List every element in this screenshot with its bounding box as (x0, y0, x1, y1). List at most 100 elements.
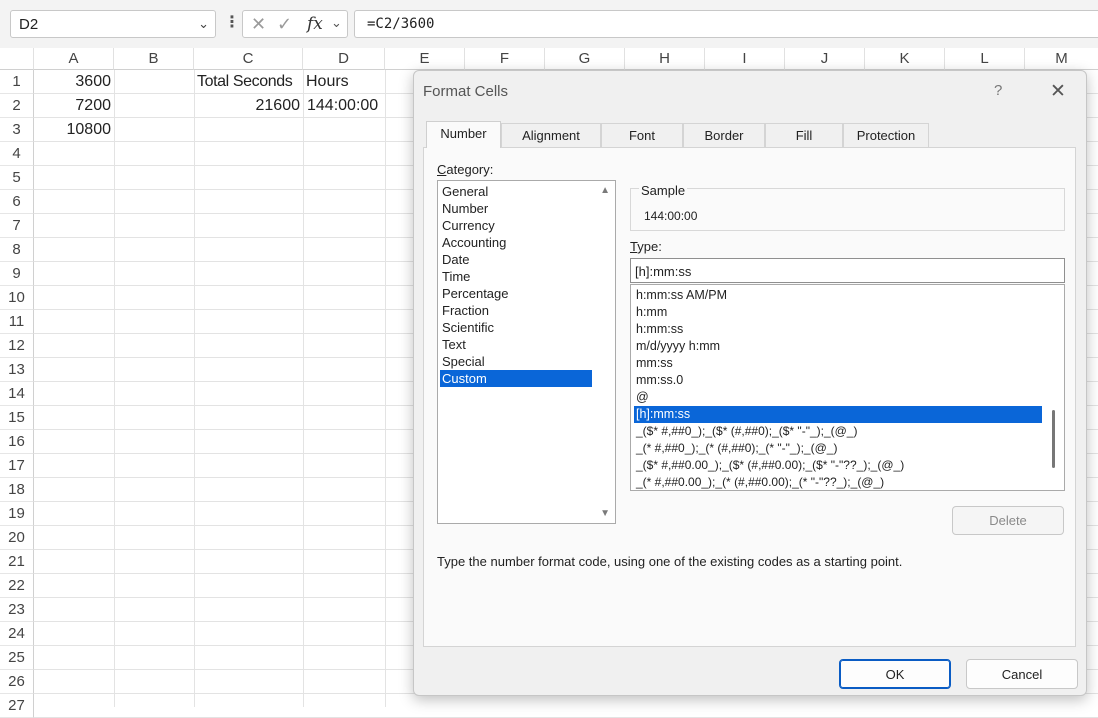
column-header-k[interactable]: K (865, 48, 945, 70)
type-item[interactable]: _(* #,##0_);_(* (#,##0);_(* "-"_);_(@_) (634, 440, 1042, 457)
row-header[interactable]: 17 (0, 454, 34, 478)
row-header[interactable]: 26 (0, 670, 34, 694)
scroll-up-icon[interactable]: ▲ (600, 185, 610, 196)
type-item[interactable]: m/d/yyyy h:mm (634, 338, 1042, 355)
row-header[interactable]: 8 (0, 238, 34, 262)
column-header-f[interactable]: F (465, 48, 545, 70)
type-item[interactable]: _($* #,##0.00_);_($* (#,##0.00);_($* "-"… (634, 457, 1042, 474)
row-header[interactable]: 10 (0, 286, 34, 310)
type-list-scrollbar[interactable] (1052, 410, 1055, 468)
row-header[interactable]: 19 (0, 502, 34, 526)
cell-a1[interactable]: 3600 (34, 70, 114, 94)
tab-alignment[interactable]: Alignment (501, 123, 601, 147)
row-header[interactable]: 6 (0, 190, 34, 214)
column-header-h[interactable]: H (625, 48, 705, 70)
row-header[interactable]: 13 (0, 358, 34, 382)
cell-a2[interactable]: 7200 (34, 94, 114, 118)
scroll-down-icon[interactable]: ▼ (600, 508, 610, 519)
more-options-icon[interactable]: ⋮ (224, 12, 240, 32)
tab-number[interactable]: Number (426, 121, 501, 148)
row-header[interactable]: 16 (0, 430, 34, 454)
type-item[interactable]: mm:ss.0 (634, 372, 1042, 389)
row-header[interactable]: 25 (0, 646, 34, 670)
row-header[interactable]: 24 (0, 622, 34, 646)
category-item-general[interactable]: General (440, 183, 592, 200)
column-header-c[interactable]: C (194, 48, 303, 70)
row-header[interactable]: 23 (0, 598, 34, 622)
column-header-g[interactable]: G (545, 48, 625, 70)
select-all-corner[interactable] (0, 48, 34, 70)
name-box[interactable]: D2 ⌄ (10, 10, 216, 38)
cell-d2[interactable]: 144:00:00 (307, 94, 385, 118)
cell-c2[interactable]: 21600 (194, 94, 303, 118)
delete-button[interactable]: Delete (952, 506, 1064, 535)
category-item-text[interactable]: Text (440, 336, 592, 353)
type-item[interactable]: h:mm:ss AM/PM (634, 287, 1042, 304)
row-header[interactable]: 27 (0, 694, 34, 718)
category-item-date[interactable]: Date (440, 251, 592, 268)
cancel-button[interactable]: Cancel (966, 659, 1078, 689)
row-header[interactable]: 5 (0, 166, 34, 190)
help-icon[interactable]: ? (994, 82, 1002, 99)
row-header[interactable]: 20 (0, 526, 34, 550)
column-header-b[interactable]: B (114, 48, 194, 70)
row-header[interactable]: 9 (0, 262, 34, 286)
column-header-i[interactable]: I (705, 48, 785, 70)
cell-c1[interactable]: Total Seconds (197, 70, 303, 94)
close-icon[interactable]: ✕ (1050, 80, 1066, 103)
formula-input[interactable]: =C2/3600 (354, 10, 1098, 38)
row-header[interactable]: 2 (0, 94, 34, 118)
category-item-number[interactable]: Number (440, 200, 592, 217)
column-header-a[interactable]: A (34, 48, 114, 70)
category-label-rest: ategory: (446, 162, 494, 177)
column-header-m[interactable]: M (1025, 48, 1098, 70)
category-item-fraction[interactable]: Fraction (440, 302, 592, 319)
confirm-formula-icon[interactable]: ✓ (277, 14, 292, 35)
cell-a3[interactable]: 10800 (34, 118, 114, 142)
row-header[interactable]: 14 (0, 382, 34, 406)
category-item-accounting[interactable]: Accounting (440, 234, 592, 251)
insert-function-icon[interactable]: fx (307, 14, 323, 34)
column-header-j[interactable]: J (785, 48, 865, 70)
type-item[interactable]: _(* #,##0.00_);_(* (#,##0.00);_(* "-"??_… (634, 474, 1042, 490)
column-header-d[interactable]: D (303, 48, 385, 70)
type-item[interactable]: @ (634, 389, 1042, 406)
row-header[interactable]: 12 (0, 334, 34, 358)
row-header[interactable]: 18 (0, 478, 34, 502)
type-list[interactable]: h:mm:ss AM/PM h:mm h:mm:ss m/d/yyyy h:mm… (630, 284, 1065, 491)
ok-button[interactable]: OK (839, 659, 951, 689)
chevron-down-icon[interactable]: ⌄ (331, 15, 342, 31)
type-item[interactable]: mm:ss (634, 355, 1042, 372)
row-header[interactable]: 22 (0, 574, 34, 598)
formula-bar: D2 ⌄ ⋮ ✕ ✓ fx ⌄ =C2/3600 (0, 0, 1098, 48)
tab-protection[interactable]: Protection (843, 123, 929, 147)
category-item-percentage[interactable]: Percentage (440, 285, 592, 302)
column-header-l[interactable]: L (945, 48, 1025, 70)
category-item-time[interactable]: Time (440, 268, 592, 285)
category-item-custom[interactable]: Custom (440, 370, 592, 387)
row-header[interactable]: 15 (0, 406, 34, 430)
type-item[interactable]: h:mm:ss (634, 321, 1042, 338)
row-header[interactable]: 11 (0, 310, 34, 334)
category-item-currency[interactable]: Currency (440, 217, 592, 234)
row-header[interactable]: 3 (0, 118, 34, 142)
row-header[interactable]: 21 (0, 550, 34, 574)
type-item[interactable]: _($* #,##0_);_($* (#,##0);_($* "-"_);_(@… (634, 423, 1042, 440)
column-header-e[interactable]: E (385, 48, 465, 70)
category-list[interactable]: General Number Currency Accounting Date … (437, 180, 616, 524)
row-header[interactable]: 4 (0, 142, 34, 166)
cancel-formula-icon[interactable]: ✕ (251, 14, 266, 35)
type-input[interactable]: [h]:mm:ss (630, 258, 1065, 283)
type-item-selected[interactable]: [h]:mm:ss (634, 406, 1042, 423)
tab-font[interactable]: Font (601, 123, 683, 147)
category-item-special[interactable]: Special (440, 353, 592, 370)
tab-border[interactable]: Border (683, 123, 765, 147)
row-header[interactable]: 7 (0, 214, 34, 238)
cell-d1[interactable]: Hours (306, 70, 385, 94)
number-tab-panel: Category: General Number Currency Accoun… (423, 147, 1076, 647)
chevron-down-icon[interactable]: ⌄ (198, 16, 209, 32)
category-item-scientific[interactable]: Scientific (440, 319, 592, 336)
tab-fill[interactable]: Fill (765, 123, 843, 147)
type-item[interactable]: h:mm (634, 304, 1042, 321)
row-header[interactable]: 1 (0, 70, 34, 94)
